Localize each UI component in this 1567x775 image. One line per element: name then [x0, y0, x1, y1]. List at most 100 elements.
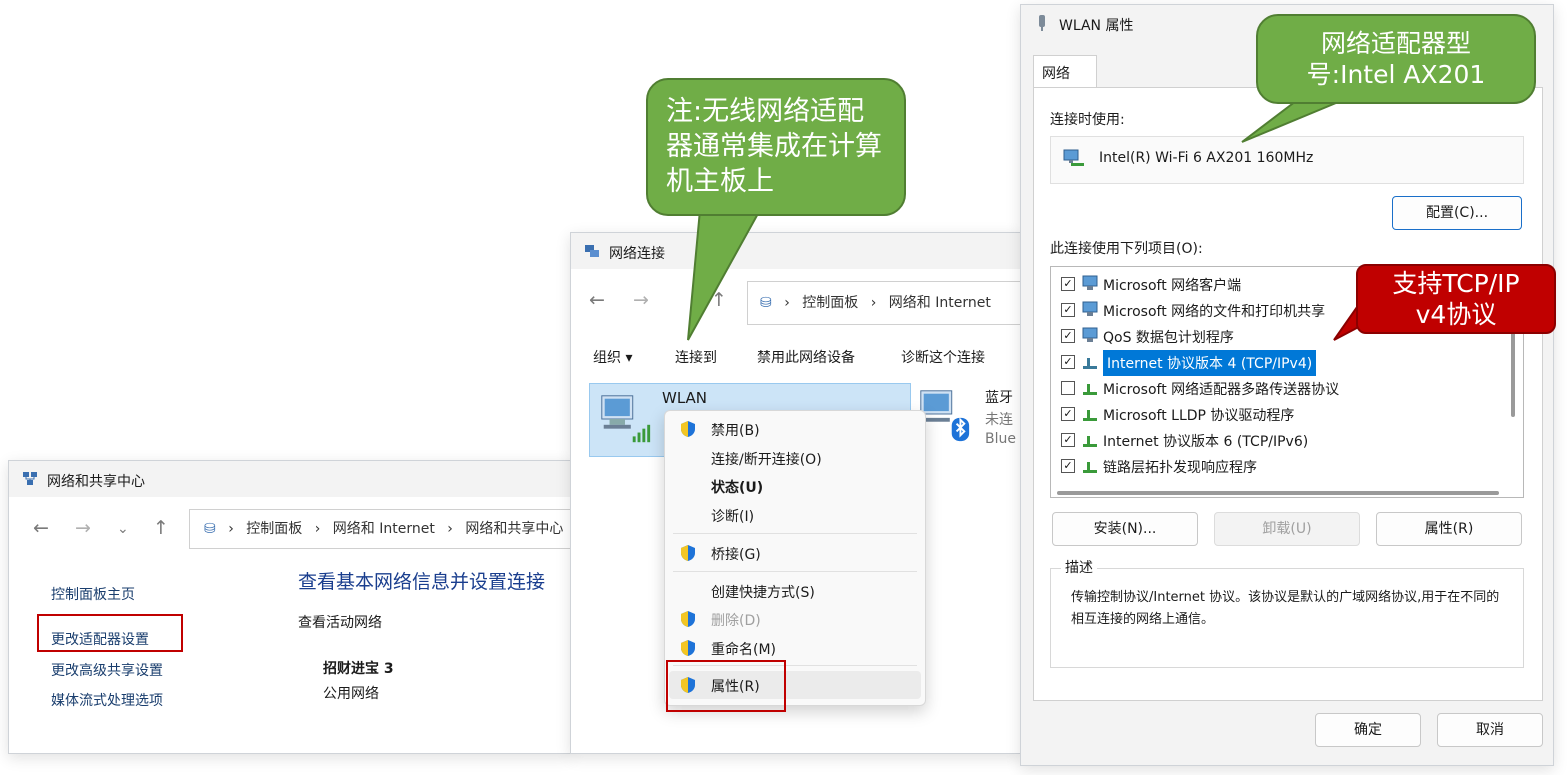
network-name: 招财进宝 3	[323, 661, 394, 677]
menu-item-disable[interactable]: 禁用(B)	[665, 415, 925, 443]
tcpip-callout: 支持TCP/IP v4协议	[1356, 264, 1556, 334]
address-bar[interactable]: ⛁ › 控制面板 › 网络和 Internet	[747, 281, 1021, 325]
wlan-properties-dialog: WLAN 属性 网络 连接时使用: Intel(R) Wi-Fi 6 AX201…	[1020, 4, 1554, 766]
checkbox[interactable]: ✓	[1061, 277, 1075, 291]
menu-item-status[interactable]: 状态(U)	[665, 472, 925, 500]
list-item[interactable]: ✓ Internet 协议版本 4 (TCP/IPv4)	[1051, 349, 1523, 376]
tab-network[interactable]: 网络	[1033, 55, 1097, 88]
network-type: 公用网络	[323, 686, 379, 702]
shield-icon	[681, 421, 695, 437]
description-text: 传输控制协议/Internet 协议。该协议是默认的广域网络协议,用于在不同的相…	[1071, 590, 1500, 627]
menu-item-create-shortcut[interactable]: 创建快捷方式(S)	[665, 577, 925, 605]
protocol-icon	[1083, 410, 1097, 421]
up-arrow-icon[interactable]: ↑	[153, 517, 169, 539]
up-arrow-icon[interactable]: ↑	[711, 289, 727, 311]
cancel-button[interactable]: 取消	[1437, 713, 1543, 747]
address-icon: ⛁	[760, 295, 772, 311]
sidebar-item-control-panel-home[interactable]: 控制面板主页	[51, 584, 135, 604]
tab-panel: 连接时使用: Intel(R) Wi-Fi 6 AX201 160MHz 配置(…	[1033, 87, 1543, 701]
menu-separator	[673, 533, 917, 534]
properties-button[interactable]: 属性(R)	[1376, 512, 1522, 546]
menu-item-connect-disconnect[interactable]: 连接/断开连接(O)	[665, 444, 925, 472]
adapter-box: Intel(R) Wi-Fi 6 AX201 160MHz	[1050, 136, 1524, 184]
bluetooth-device: Blue	[985, 431, 1016, 447]
adapter-name: Intel(R) Wi-Fi 6 AX201 160MHz	[1099, 150, 1314, 166]
toolbar-organize[interactable]: 组织 ▾	[593, 347, 632, 367]
list-item[interactable]: ✓ Microsoft LLDP 协议驱动程序	[1051, 401, 1523, 427]
menu-separator	[673, 571, 917, 572]
protocol-icon	[1083, 462, 1097, 473]
list-item[interactable]: ✓ 链路层拓扑发现响应程序	[1051, 453, 1523, 479]
shield-icon	[681, 611, 695, 627]
titlebar: 网络连接	[571, 233, 1021, 269]
horizontal-scrollbar[interactable]	[1057, 491, 1499, 495]
titlebar: 网络和共享中心	[9, 461, 571, 497]
wlan-name: WLAN	[662, 389, 708, 407]
chevron-down-icon[interactable]: ⌄	[117, 521, 129, 537]
items-label: 此连接使用下列项目(O):	[1050, 241, 1203, 257]
back-arrow-icon[interactable]: ←	[33, 517, 49, 539]
sharing-center-window: 网络和共享中心 ← → ⌄ ↑ ⛁ › 控制面板 › 网络和 Internet …	[8, 460, 572, 754]
toolbar-disable-device[interactable]: 禁用此网络设备	[757, 347, 855, 367]
breadcrumb-item[interactable]: 网络和 Internet	[333, 521, 435, 537]
service-icon	[1082, 301, 1098, 316]
bluetooth-name: 蓝牙	[985, 390, 1013, 406]
window-title: WLAN 属性	[1059, 18, 1134, 34]
checkbox[interactable]: ✓	[1061, 329, 1075, 343]
menu-item-delete: 删除(D)	[665, 605, 925, 633]
sidebar-item-media-streaming[interactable]: 媒体流式处理选项	[51, 690, 163, 710]
checkbox[interactable]: ✓	[1061, 355, 1075, 369]
toolbar-diagnose[interactable]: 诊断这个连接	[901, 347, 985, 367]
checkbox[interactable]: ✓	[1061, 407, 1075, 421]
adapter-model-callout: 网络适配器型号:Intel AX201	[1256, 14, 1536, 104]
breadcrumb-item[interactable]: 网络和 Internet	[889, 295, 991, 311]
protocol-icon	[1083, 436, 1097, 447]
checkbox[interactable]: ✓	[1061, 433, 1075, 447]
menu-item-diagnose[interactable]: 诊断(I)	[665, 501, 925, 529]
address-bar[interactable]: ⛁ › 控制面板 › 网络和 Internet › 网络和共享中心	[189, 509, 571, 549]
selected-item-label: Internet 协议版本 4 (TCP/IPv4)	[1103, 350, 1317, 376]
note-callout: 注:无线网络适配器通常集成在计算机主板上	[646, 78, 906, 216]
service-icon	[1082, 327, 1098, 342]
uninstall-button: 卸载(U)	[1214, 512, 1360, 546]
description-group: 描述 传输控制协议/Internet 协议。该协议是默认的广域网络协议,用于在不…	[1050, 557, 1524, 668]
window-title: 网络和共享中心	[47, 474, 145, 490]
menu-item-rename[interactable]: 重命名(M)	[665, 634, 925, 662]
menu-item-bridge[interactable]: 桥接(G)	[665, 539, 925, 567]
bluetooth-status: 未连	[985, 412, 1013, 428]
sidebar-item-change-adapter[interactable]: 更改适配器设置	[51, 629, 149, 649]
network-icon	[23, 472, 37, 485]
install-button[interactable]: 安装(N)...	[1052, 512, 1198, 546]
breadcrumb-item[interactable]: 控制面板	[246, 521, 302, 537]
list-item[interactable]: ✓ Internet 协议版本 6 (TCP/IPv6)	[1051, 427, 1523, 453]
highlight-box	[666, 660, 786, 712]
network-icon	[585, 245, 599, 257]
shield-icon	[681, 545, 695, 561]
toolbar-connect-to[interactable]: 连接到	[675, 347, 717, 367]
breadcrumb-item[interactable]: 网络和共享中心	[465, 521, 563, 537]
ok-button[interactable]: 确定	[1315, 713, 1421, 747]
shield-icon	[681, 640, 695, 656]
list-item[interactable]: Microsoft 网络适配器多路传送器协议	[1051, 375, 1523, 401]
active-networks-label: 查看活动网络	[298, 615, 382, 631]
breadcrumb-item[interactable]: 控制面板	[802, 295, 858, 311]
client-icon	[1082, 275, 1098, 290]
window-title: 网络连接	[609, 246, 665, 262]
protocol-icon	[1083, 358, 1097, 369]
checkbox[interactable]	[1061, 381, 1075, 395]
adapter-icon	[1039, 15, 1045, 31]
configure-button[interactable]: 配置(C)...	[1392, 196, 1522, 230]
network-adapter-icon	[1063, 149, 1084, 166]
back-arrow-icon[interactable]: ←	[589, 289, 605, 311]
forward-arrow-icon[interactable]: →	[633, 289, 649, 311]
sidebar-item-advanced-sharing[interactable]: 更改高级共享设置	[51, 660, 163, 680]
checkbox[interactable]: ✓	[1061, 459, 1075, 473]
wifi-adapter-icon	[601, 395, 651, 443]
page-title: 查看基本网络信息并设置连接	[298, 571, 546, 593]
address-icon: ⛁	[204, 521, 216, 537]
checkbox[interactable]: ✓	[1061, 303, 1075, 317]
protocol-icon	[1083, 384, 1097, 395]
connect-using-label: 连接时使用:	[1050, 112, 1125, 128]
forward-arrow-icon[interactable]: →	[75, 517, 91, 539]
description-label: 描述	[1061, 557, 1097, 577]
